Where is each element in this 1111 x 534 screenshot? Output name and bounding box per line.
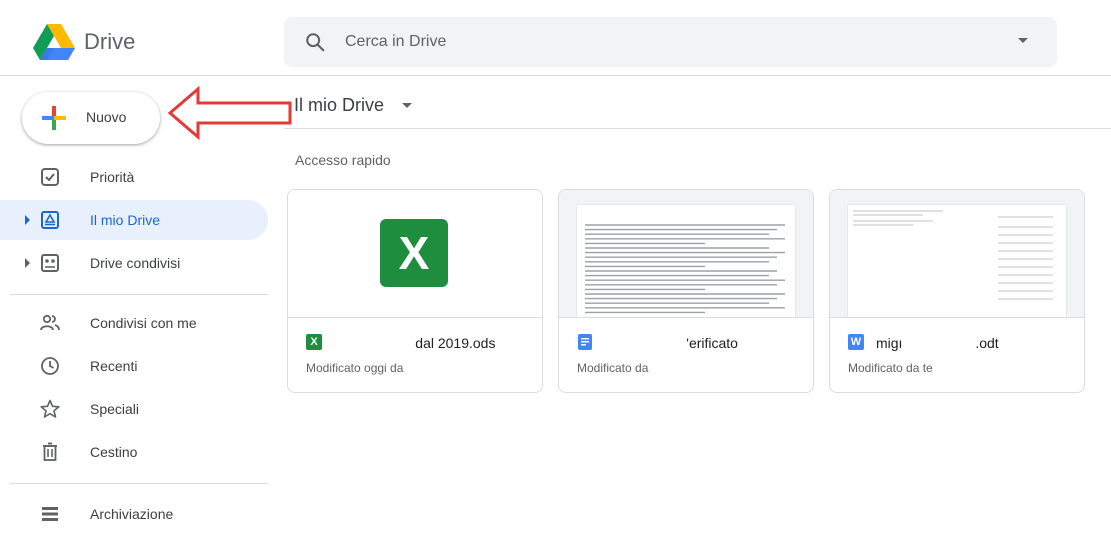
document-preview xyxy=(848,205,1066,317)
google-drive-logo[interactable] xyxy=(33,24,75,62)
file-modified: Modificato da te xyxy=(848,361,933,375)
storage-icon xyxy=(42,507,58,521)
chevron-down-icon[interactable] xyxy=(402,103,412,108)
plus-icon xyxy=(42,106,66,130)
sidebar-item-label: Drive condivisi xyxy=(90,255,181,271)
search-bar[interactable]: Cerca in Drive xyxy=(284,17,1057,67)
sidebar-divider xyxy=(10,294,268,295)
file-thumbnail xyxy=(830,190,1084,318)
sidebar-item-label: Recenti xyxy=(90,358,138,374)
sidebar-item-label: Condivisi con me xyxy=(90,315,197,331)
document-preview xyxy=(577,205,795,317)
new-button-label: Nuovo xyxy=(86,109,127,125)
sidebar-item-starred[interactable]: Speciali xyxy=(0,389,268,429)
file-modified: Modificato da xyxy=(577,361,649,375)
sidebar-item-recent[interactable]: Recenti xyxy=(0,346,268,386)
top-bar: Drive Cerca in Drive xyxy=(0,0,1111,76)
priority-icon xyxy=(41,168,59,186)
sidebar-item-label: Il mio Drive xyxy=(90,212,161,228)
shared-drives-icon xyxy=(41,254,59,272)
sidebar-item-label: Priorità xyxy=(90,169,135,185)
file-name: migı .odt xyxy=(876,335,999,351)
clock-icon xyxy=(41,357,59,375)
brand-name[interactable]: Drive xyxy=(84,29,135,55)
file-name: dal 2019.ods xyxy=(334,335,496,351)
spreadsheet-icon: X xyxy=(380,219,448,287)
search-icon[interactable] xyxy=(304,31,326,53)
annotation-arrow-icon xyxy=(168,86,292,140)
quick-access-title: Accesso rapido xyxy=(295,152,391,168)
search-options-dropdown-icon[interactable] xyxy=(1018,38,1028,43)
main-divider xyxy=(284,128,1111,129)
sidebar-item-label: Archiviazione xyxy=(90,506,174,522)
expand-arrow-icon[interactable] xyxy=(25,215,30,225)
file-thumbnail: X xyxy=(288,190,542,318)
sidebar-item-shared-with-me[interactable]: Condivisi con me xyxy=(0,303,268,343)
page-title[interactable]: Il mio Drive xyxy=(294,95,384,116)
shared-with-me-icon xyxy=(40,314,60,331)
sidebar-item-priority[interactable]: Priorità xyxy=(0,157,268,197)
file-name: 'erificato xyxy=(605,335,738,351)
trash-icon xyxy=(43,442,57,461)
expand-arrow-icon[interactable] xyxy=(25,258,30,268)
quick-access-card[interactable]: X X dal 2019.ods Modificato oggi da xyxy=(287,189,543,393)
quick-access-card[interactable]: 'erificato Modificato da xyxy=(558,189,814,393)
sidebar-item-storage[interactable]: Archiviazione xyxy=(0,494,268,534)
sidebar-item-my-drive[interactable]: Il mio Drive xyxy=(0,200,268,240)
document-icon xyxy=(578,334,592,350)
file-thumbnail xyxy=(559,190,813,318)
sidebar-item-trash[interactable]: Cestino xyxy=(0,432,268,472)
file-modified: Modificato oggi da xyxy=(306,361,404,375)
quick-access-card[interactable]: W migı .odt Modificato da te xyxy=(829,189,1085,393)
sidebar-divider xyxy=(10,483,268,484)
sidebar-item-label: Cestino xyxy=(90,444,138,460)
search-input[interactable]: Cerca in Drive xyxy=(345,33,446,51)
star-icon xyxy=(40,399,60,418)
new-button[interactable]: Nuovo xyxy=(22,92,160,144)
my-drive-icon xyxy=(41,211,59,229)
word-document-icon: W xyxy=(848,334,864,350)
spreadsheet-icon: X xyxy=(306,334,322,350)
sidebar-item-shared-drives[interactable]: Drive condivisi xyxy=(0,243,268,283)
sidebar-item-label: Speciali xyxy=(90,401,140,417)
